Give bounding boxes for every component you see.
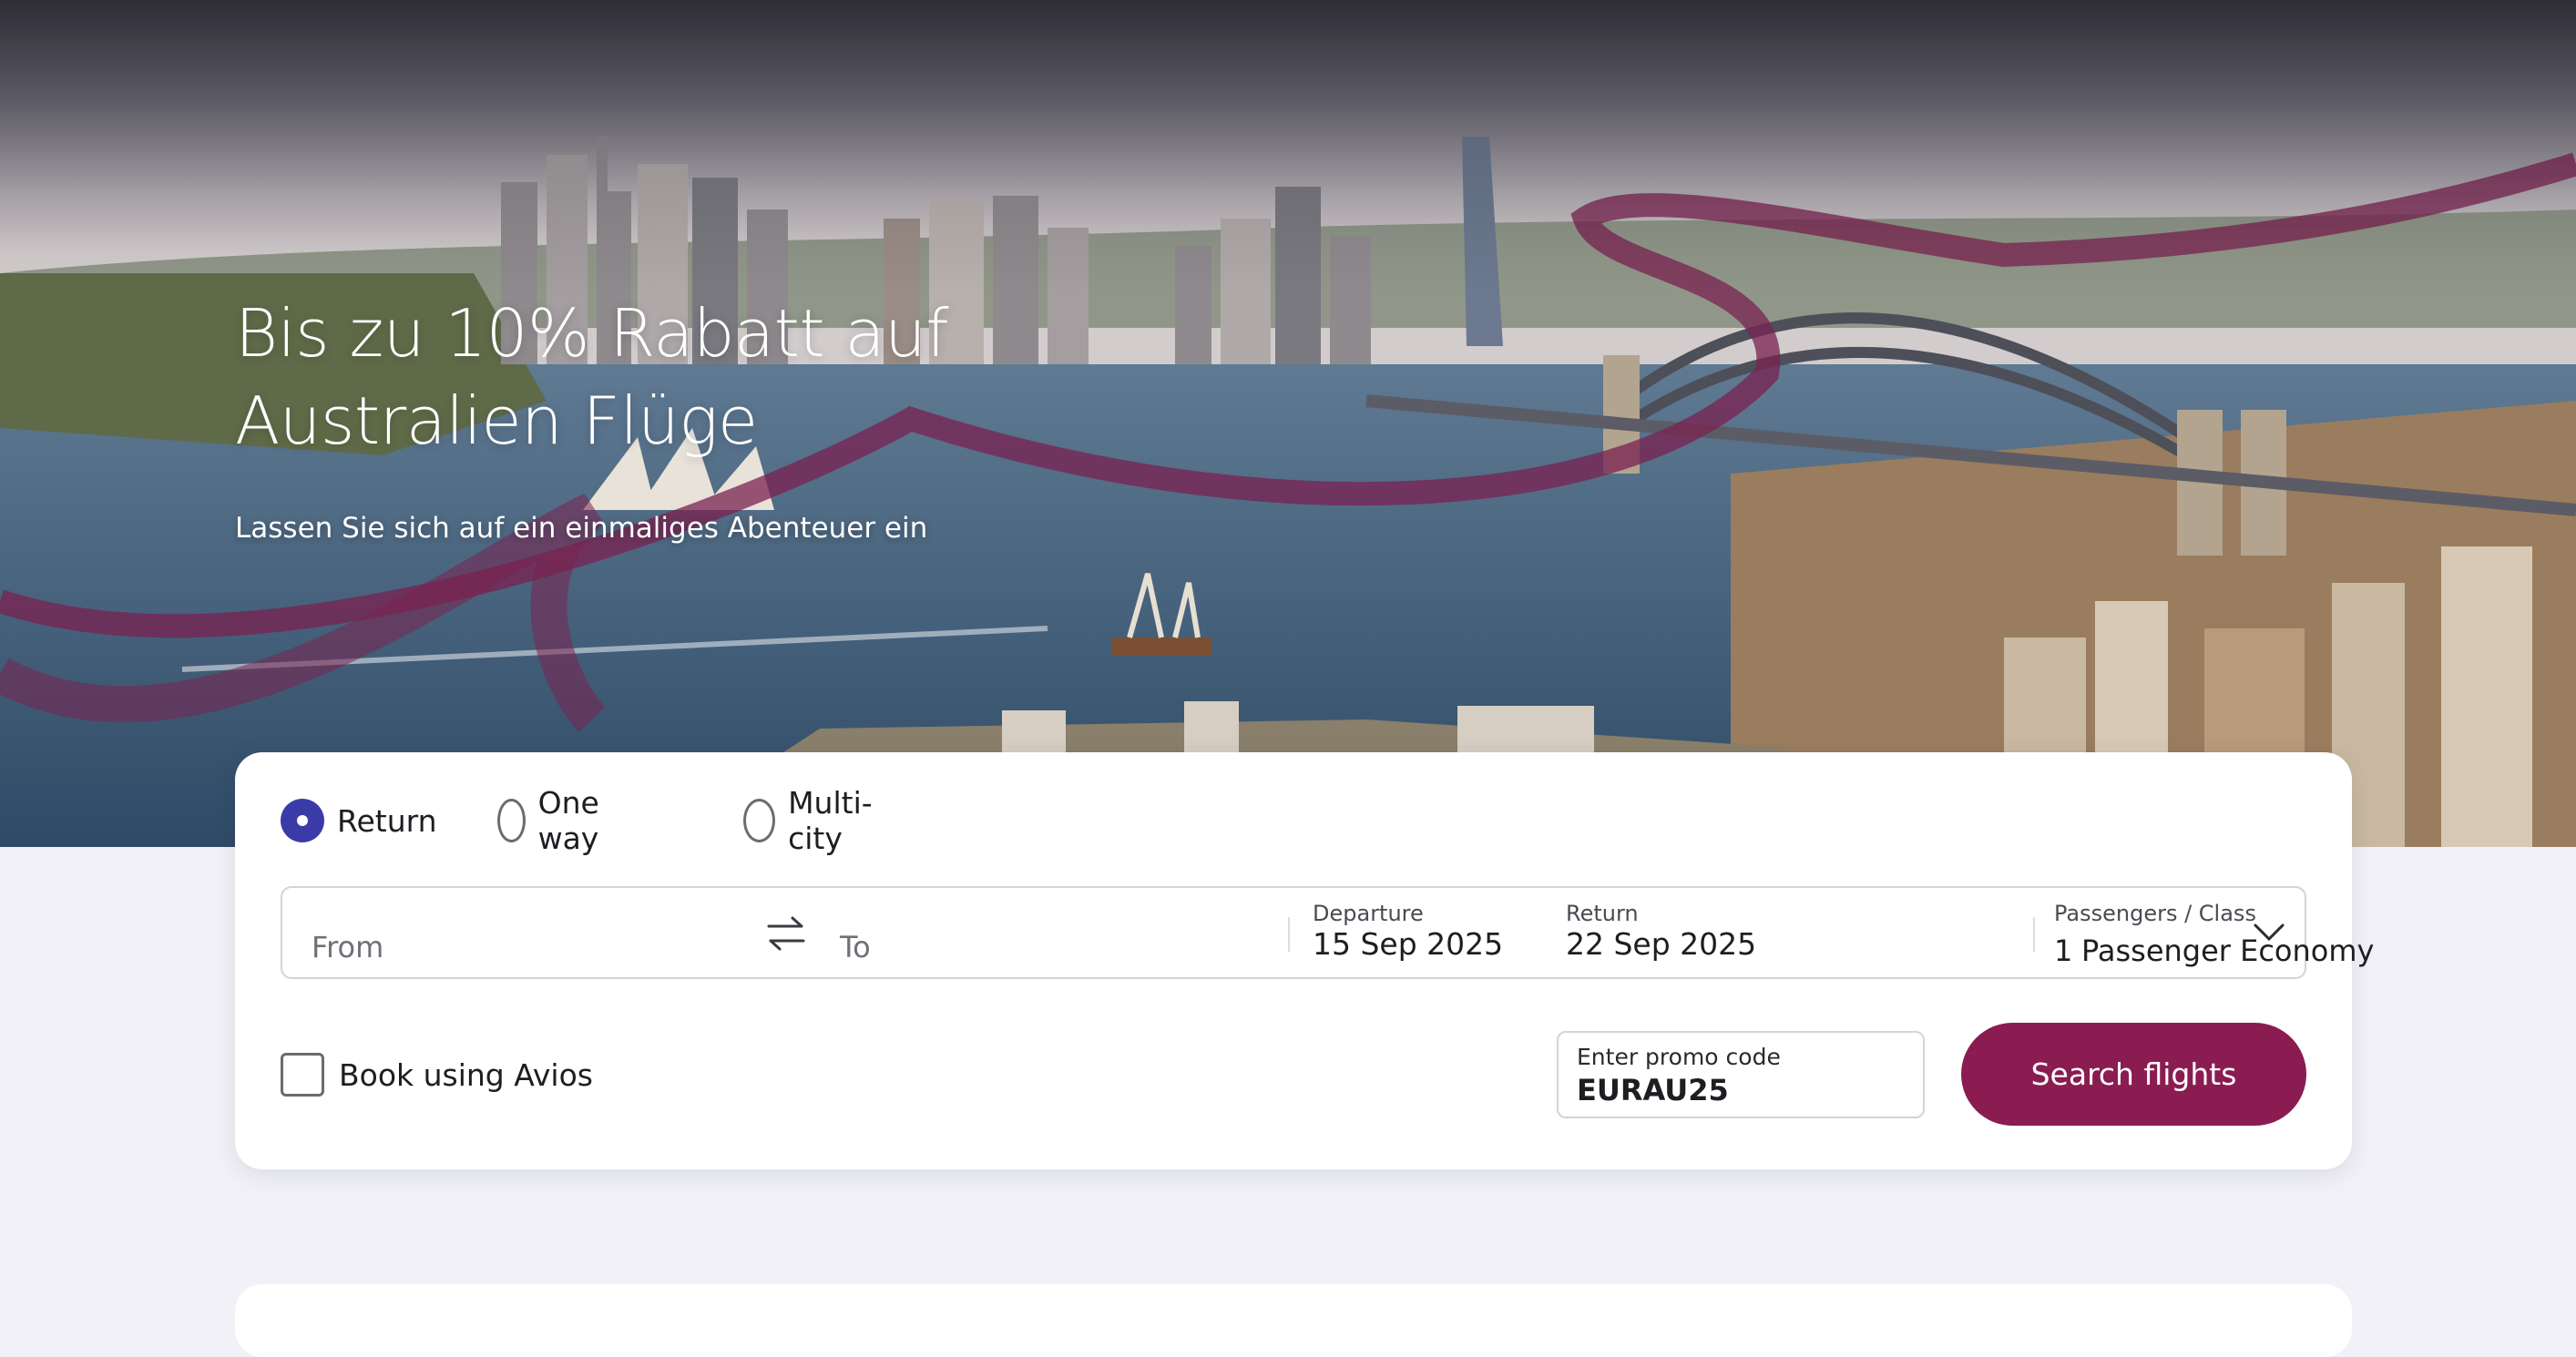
trip-type-one-way[interactable]: One way	[497, 785, 615, 856]
return-value: 22 Sep 2025	[1566, 926, 1757, 962]
radio-unselected-icon	[497, 799, 526, 842]
hero-subtitle: Lassen Sie sich auf ein einmaliges Abent…	[235, 512, 928, 545]
hero-title-line-2: Australien Flüge	[235, 383, 758, 459]
promo-code-field[interactable]: Enter promo code EURAU25	[1557, 1031, 1925, 1118]
chevron-down-icon[interactable]	[2253, 921, 2285, 944]
trip-type-one-way-label: One way	[537, 785, 599, 856]
avios-checkbox[interactable]	[281, 1053, 324, 1097]
divider	[2033, 917, 2035, 952]
trip-type-multi-city-label: Multi-city	[788, 785, 873, 856]
trip-type-return[interactable]: Return	[281, 798, 437, 843]
trip-type-return-label: Return	[337, 802, 437, 839]
to-field[interactable]: To	[840, 930, 871, 964]
departure-value: 15 Sep 2025	[1313, 926, 1504, 962]
swap-icon[interactable]	[765, 913, 807, 954]
passengers-class-value: Passenger Economy	[2081, 934, 2375, 968]
next-section-card	[235, 1284, 2352, 1357]
passenger-count: 1	[2054, 934, 2073, 968]
promo-code-value[interactable]: EURAU25	[1577, 1073, 1729, 1107]
flight-search-row: From To Departure 15 Sep 2025 Return 22 …	[281, 886, 2374, 979]
departure-label: Departure	[1313, 901, 1424, 926]
hero-title-line-1: Bis zu 10% Rabatt auf	[235, 295, 949, 372]
divider	[1288, 917, 1290, 952]
hero-banner: Bis zu 10% Rabatt auf Australien Flüge La…	[0, 0, 2576, 847]
promo-code-label: Enter promo code	[1577, 1044, 1781, 1070]
hero-title: Bis zu 10% Rabatt auf Australien Flüge	[235, 290, 1055, 464]
from-field[interactable]: From	[312, 930, 383, 964]
passengers-class-label: Passengers / Class	[2054, 901, 2256, 926]
return-label: Return	[1566, 901, 1639, 926]
flight-booking-card: Return One way Multi-city From To Depart…	[235, 752, 2374, 1169]
radio-unselected-icon	[743, 799, 776, 842]
book-using-avios-option[interactable]: Book using Avios	[281, 1053, 593, 1097]
avios-label: Book using Avios	[339, 1056, 593, 1093]
search-flights-button[interactable]: Search flights	[1961, 1023, 2306, 1126]
trip-type-multi-city[interactable]: Multi-city	[743, 785, 884, 856]
radio-selected-icon	[281, 799, 324, 842]
